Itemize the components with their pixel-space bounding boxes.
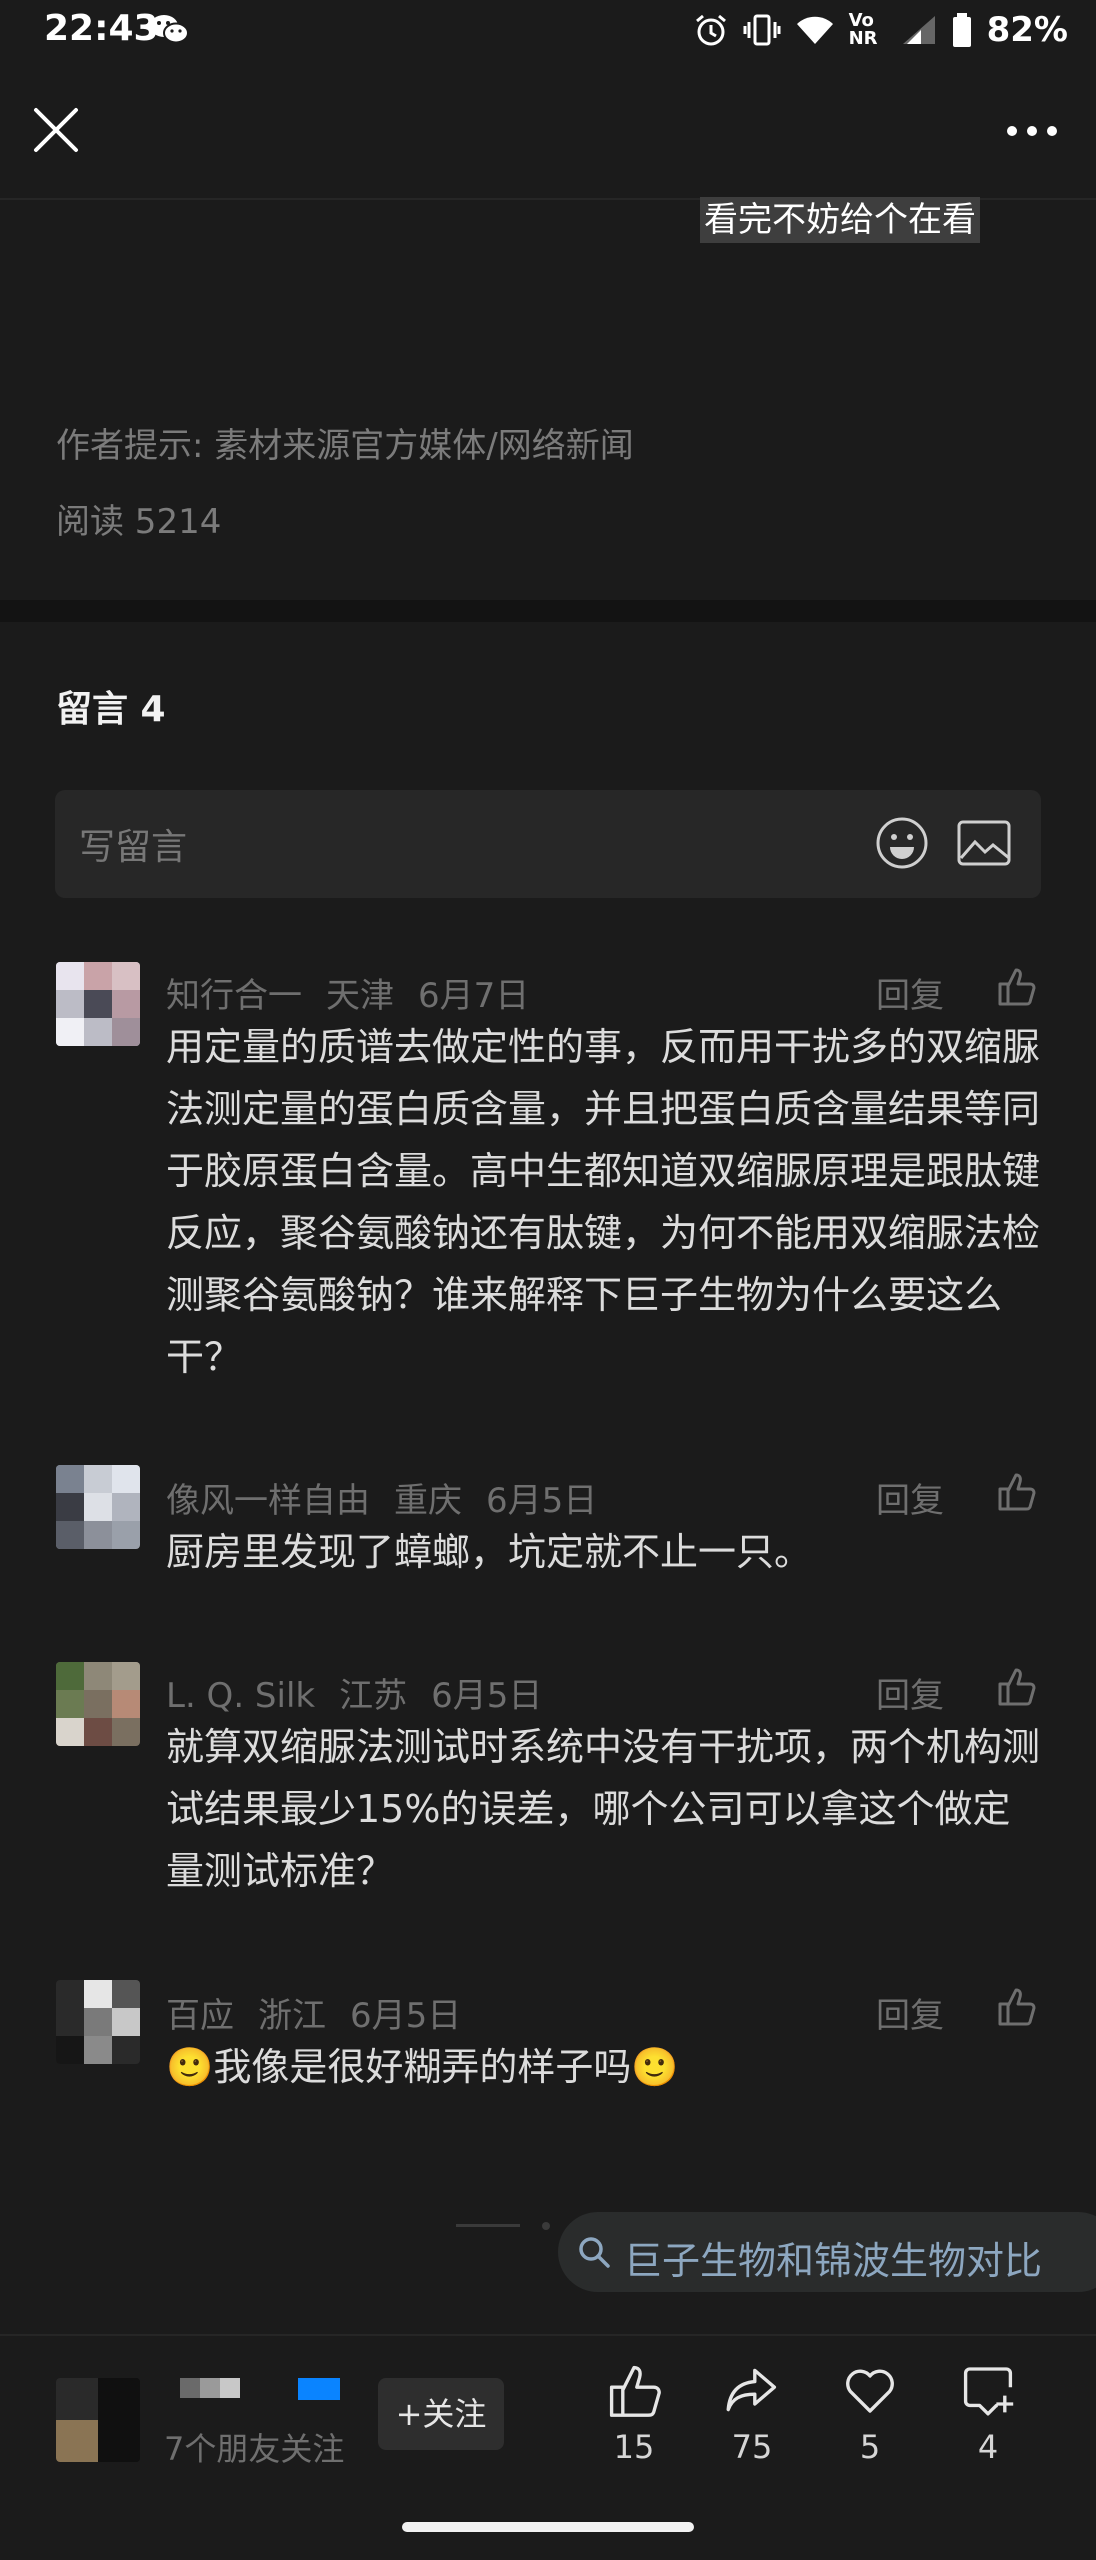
search-icon [579, 2237, 610, 2268]
comment-meta: 知行合一 天津 6月7日 [166, 968, 553, 1017]
comment-meta: 像风一样自由 重庆 6月5日 [166, 1473, 621, 1522]
search-suggestion-text: 巨子生物和锦波生物对比 [624, 2239, 1043, 2283]
emoji-icon[interactable] [875, 816, 929, 870]
reply-button[interactable]: 回复 [876, 968, 944, 1017]
favorite-action[interactable]: 5 [820, 2362, 920, 2466]
comment-author[interactable]: L. Q. Silk [166, 1676, 315, 1716]
signal-icon [902, 16, 935, 44]
author-note: 作者提示: 素材来源官方媒体/网络新闻 [56, 426, 634, 466]
favorite-count: 5 [859, 2428, 881, 2466]
section-divider [0, 600, 1096, 622]
reply-button[interactable]: 回复 [876, 1988, 944, 2037]
article-highlight-text: 看完不妨给个在看 [700, 197, 980, 243]
comment-text: 用定量的质谱去做定性的事，反而用干扰多的双缩脲法测定量的蛋白质含量，并且把蛋白质… [166, 1025, 1041, 1379]
reply-button[interactable]: 回复 [876, 1668, 944, 1717]
author-avatar[interactable] [56, 2378, 140, 2462]
status-bar: 22:43 Vo NR 82% [0, 0, 1096, 62]
more-icon[interactable] [1004, 116, 1060, 146]
thumbs-up-icon [609, 2365, 661, 2417]
battery-icon [952, 13, 971, 47]
status-time: 22:43 [44, 8, 159, 49]
comment-text: 🙂我像是很好糊弄的样子吗🙂 [166, 2045, 679, 2089]
comment-author[interactable]: 百应 [166, 1996, 234, 2036]
vibrate-icon [743, 14, 781, 46]
pager-indicator [456, 2224, 520, 2227]
thumbs-up-icon[interactable] [996, 1986, 1036, 2026]
comment-author[interactable]: 像风一样自由 [166, 1481, 370, 1521]
comment-date: 6月5日 [350, 1996, 462, 2036]
thumbs-up-icon[interactable] [996, 1471, 1036, 1511]
author-badge [298, 2378, 340, 2400]
thumbs-up-icon[interactable] [996, 1666, 1036, 1706]
reply-button[interactable]: 回复 [876, 1473, 944, 1522]
comment-text: 厨房里发现了蟑螂，坑定就不止一只。 [166, 1530, 813, 1574]
search-suggestion[interactable]: 巨子生物和锦波生物对比 [558, 2212, 1096, 2292]
comment-meta: L. Q. Silk 江苏 6月5日 [166, 1668, 566, 1717]
comment-action[interactable]: 4 [938, 2362, 1038, 2466]
avatar[interactable] [56, 1465, 140, 1549]
comment-add-icon [963, 2367, 1014, 2416]
comment-location: 江苏 [339, 1676, 408, 1716]
home-indicator[interactable] [402, 2522, 694, 2532]
status-icons: Vo NR 82% [693, 8, 1068, 52]
read-count: 阅读 5214 [56, 502, 222, 542]
image-icon[interactable] [957, 820, 1011, 866]
comment-date: 6月5日 [486, 1481, 598, 1521]
pager-dot [542, 2222, 550, 2230]
avatar[interactable] [56, 962, 140, 1046]
comment-location: 重庆 [394, 1481, 462, 1521]
like-count: 15 [613, 2428, 655, 2466]
comment-input-placeholder: 写留言 [79, 827, 188, 868]
comment-location: 天津 [326, 976, 394, 1016]
thumbs-up-icon[interactable] [996, 966, 1036, 1006]
comment-count: 4 [977, 2428, 999, 2466]
like-action[interactable]: 15 [584, 2362, 684, 2466]
wechat-icon [150, 15, 189, 44]
comments-title: 留言 4 [56, 689, 166, 730]
comment-input[interactable]: 写留言 [55, 790, 1041, 898]
battery-percent: 82% [986, 10, 1068, 50]
comment-author[interactable]: 知行合一 [166, 976, 302, 1016]
comment-date: 6月7日 [418, 976, 530, 1016]
comment-text: 就算双缩脲法测试时系统中没有干扰项，两个机构测试结果最少15%的误差，哪个公司可… [166, 1725, 1041, 1893]
close-icon[interactable] [30, 104, 82, 156]
avatar[interactable] [56, 1662, 140, 1746]
wifi-icon [796, 16, 833, 44]
share-icon [726, 2368, 777, 2412]
bottom-divider [0, 2334, 1096, 2336]
follow-button[interactable]: +关注 [378, 2378, 504, 2450]
share-count: 75 [731, 2428, 773, 2466]
share-action[interactable]: 75 [702, 2362, 802, 2466]
network-type: Vo NR [848, 10, 878, 49]
comment-date: 6月5日 [431, 1676, 543, 1716]
friends-follow-count: 7个朋友关注 [164, 2430, 345, 2468]
comment-location: 浙江 [258, 1996, 326, 2036]
author-name[interactable] [180, 2378, 240, 2398]
alarm-icon [695, 14, 726, 46]
comment-meta: 百应 浙江 6月5日 [166, 1988, 485, 2037]
avatar[interactable] [56, 1980, 140, 2064]
heart-icon [846, 2369, 894, 2413]
